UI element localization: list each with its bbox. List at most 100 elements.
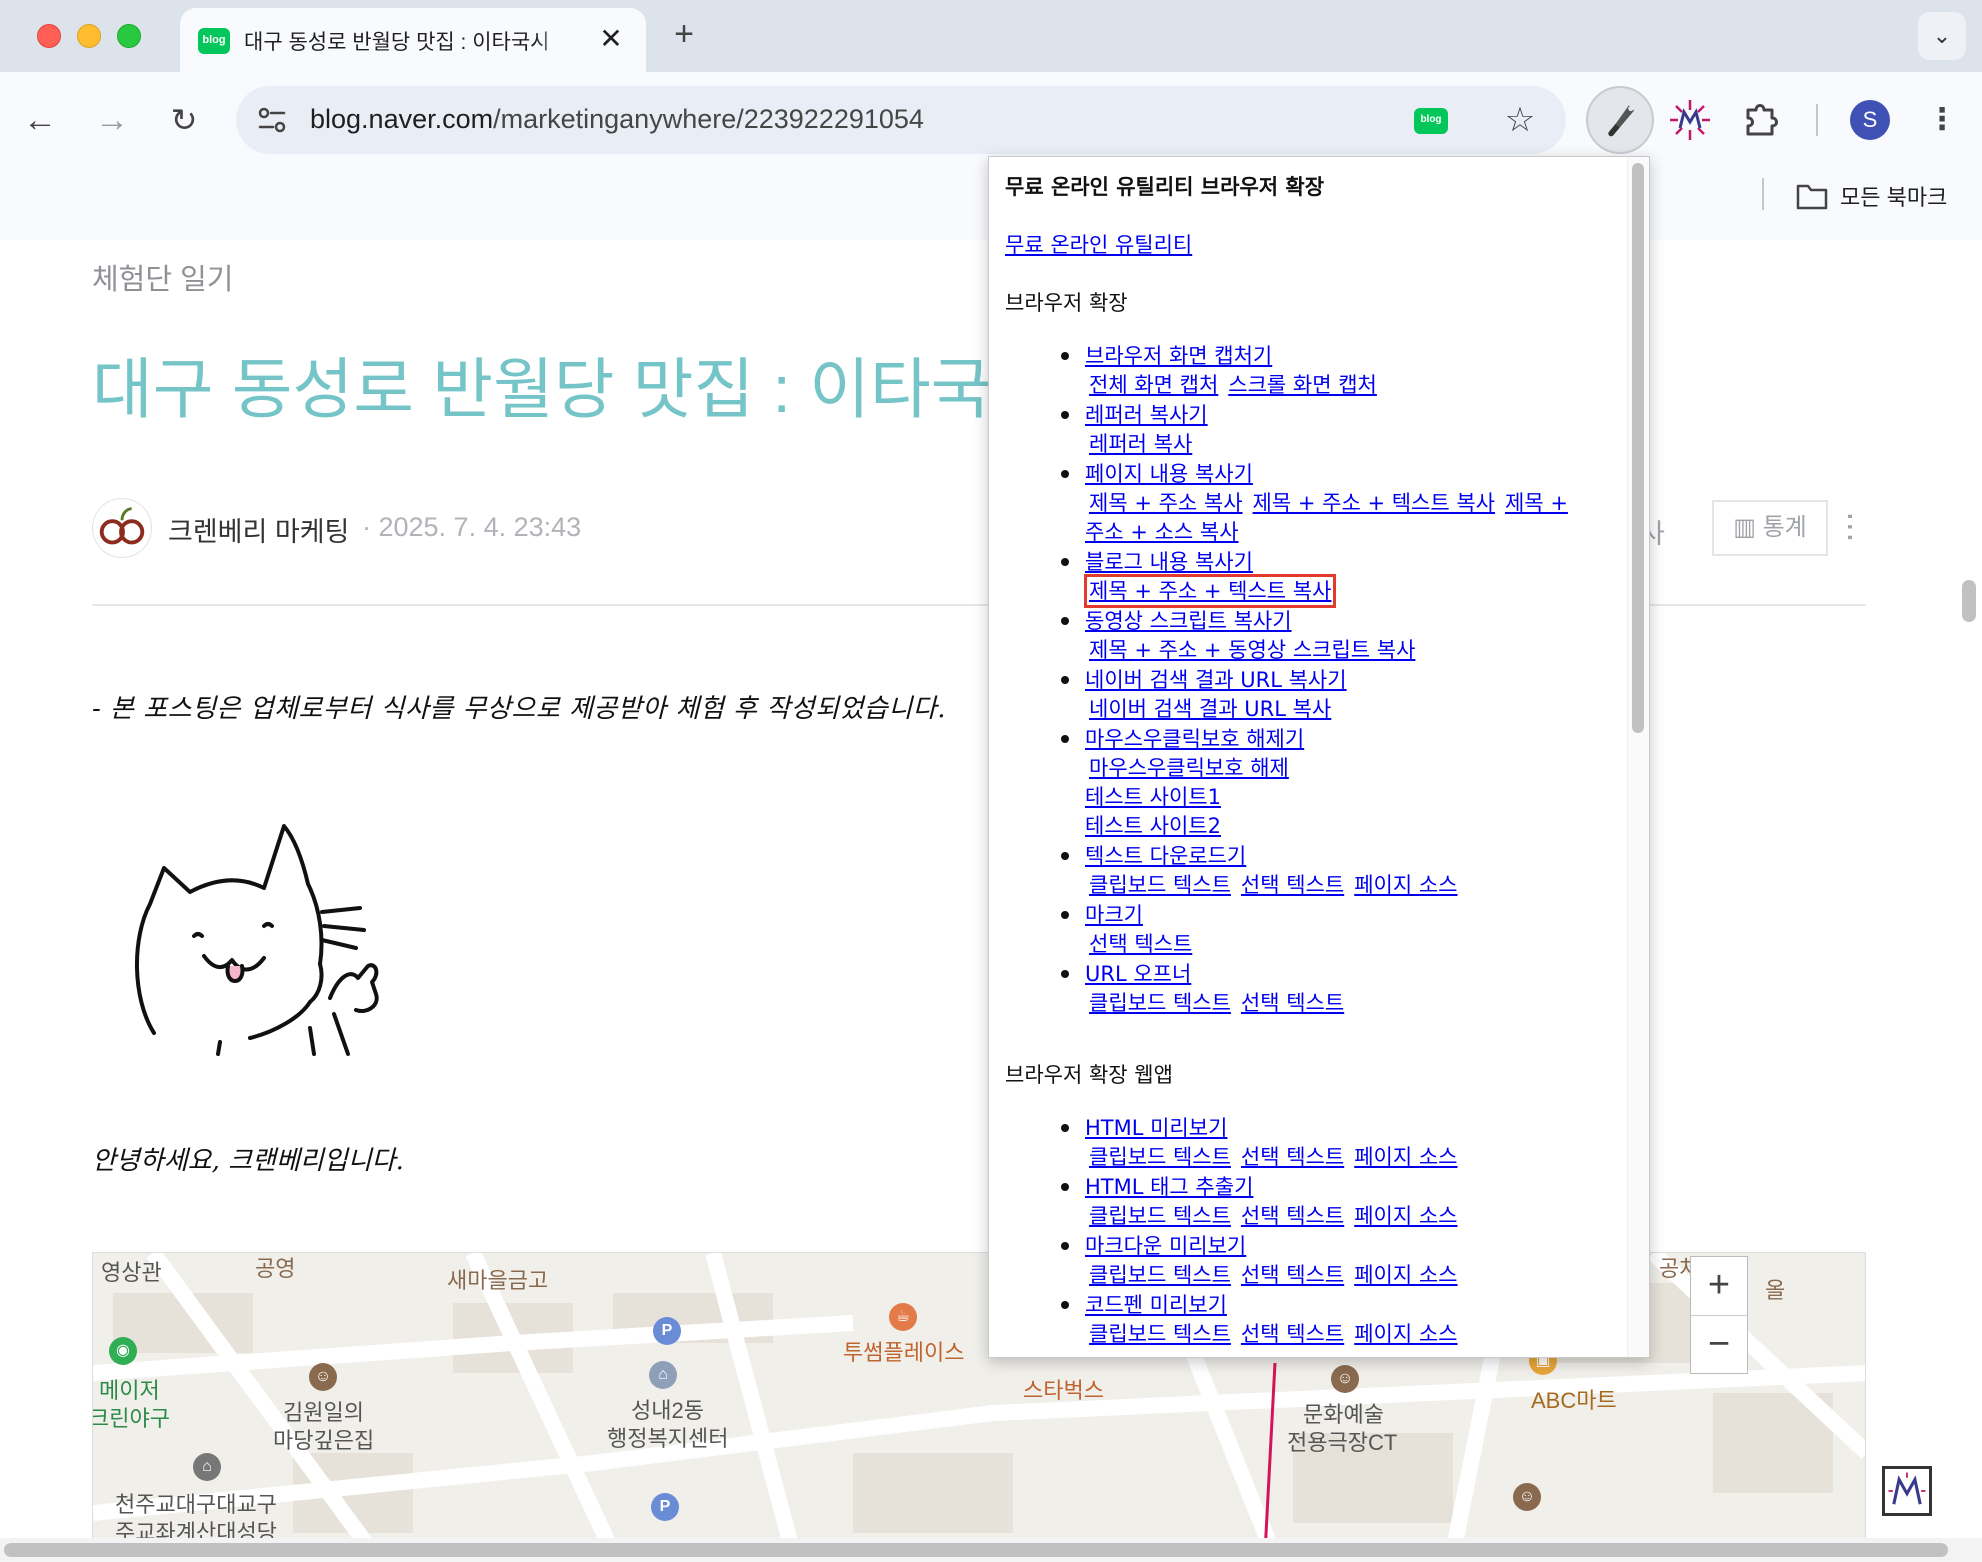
more-options-icon[interactable]: ⋯ — [1833, 502, 1876, 552]
window-minimize-button[interactable] — [77, 24, 101, 48]
bullet — [1061, 1242, 1069, 1250]
back-arrow-icon[interactable]: ← — [14, 94, 66, 146]
sub-link[interactable]: 제목 + 주소 + 동영상 스크립트 복사 — [1089, 638, 1415, 662]
map-pin-icon[interactable]: ⌂ — [649, 1361, 677, 1389]
floating-m-logo-icon[interactable] — [1882, 1466, 1932, 1516]
test-site-link[interactable]: 테스트 사이트2 — [1085, 814, 1221, 838]
church-pin-icon[interactable]: ⌂ — [193, 1453, 221, 1481]
parking-pin-icon[interactable]: P — [653, 1317, 681, 1345]
test-site-link[interactable]: 테스트 사이트1 — [1085, 785, 1221, 809]
tab-close-icon[interactable]: ✕ — [594, 22, 628, 56]
ext-link-marker[interactable]: 마크기 — [1085, 903, 1143, 927]
extensions-puzzle-icon[interactable] — [1736, 94, 1788, 146]
ext-link-naver-search-url-copy[interactable]: 네이버 검색 결과 URL 복사기 — [1085, 668, 1347, 692]
sub-link[interactable]: 클립보드 텍스트 — [1089, 1263, 1231, 1287]
sub-link[interactable]: 페이지 소스 — [1354, 1204, 1457, 1228]
address-bar[interactable]: blog.naver.com/marketinganywhere/2239222… — [236, 86, 1566, 154]
site-settings-tune-icon[interactable] — [254, 102, 290, 138]
blog-title-url-text-copy-link[interactable]: 제목 + 주소 + 텍스트 복사 — [1083, 574, 1337, 608]
sub-link[interactable]: 페이지 소스 — [1354, 873, 1457, 897]
free-utility-link[interactable]: 무료 온라인 유틸리티 — [1005, 229, 1192, 259]
wrench-icon — [1608, 105, 1635, 137]
page-vertical-scrollbar[interactable] — [1962, 580, 1976, 622]
forward-arrow-icon[interactable]: → — [86, 94, 138, 146]
sub-link[interactable]: 스크롤 화면 캡처 — [1228, 373, 1377, 397]
section-heading-webapps: 브라우저 확장 웹앱 — [1005, 1063, 1173, 1087]
sub-links: 주소 + 소스 복사 — [1009, 517, 1617, 547]
sub-links: 클립보드 텍스트 선택 텍스트 페이지 소스 — [1009, 1142, 1617, 1172]
ext-link-page-content-copy[interactable]: 페이지 내용 복사기 — [1085, 462, 1253, 486]
cafe-pin-icon[interactable]: ☕ — [889, 1303, 917, 1331]
ext-link-video-script-copy[interactable]: 동영상 스크립트 복사기 — [1085, 609, 1292, 633]
window-close-button[interactable] — [37, 24, 61, 48]
ext-link-blog-content-copy[interactable]: 블로그 내용 복사기 — [1085, 550, 1253, 574]
sub-link[interactable]: 클립보드 텍스트 — [1089, 991, 1231, 1015]
list-item: 브라우저 화면 캡처기 — [1009, 341, 1617, 371]
sub-link[interactable]: 선택 텍스트 — [1241, 991, 1344, 1015]
sub-link[interactable]: 선택 텍스트 — [1241, 1145, 1344, 1169]
tab-active[interactable]: blog 대구 동성로 반월당 맛집 : 이타국시 ✕ — [180, 8, 646, 72]
map-pin-icon[interactable]: ☺ — [309, 1363, 337, 1391]
sub-link[interactable]: 선택 텍스트 — [1241, 873, 1344, 897]
zoom-in-button[interactable]: + — [1691, 1257, 1747, 1315]
stats-chart-icon: ▥ — [1733, 514, 1763, 541]
map-label: ABC마트 — [1531, 1388, 1617, 1413]
tab-strip: blog 대구 동성로 반월당 맛집 : 이타국시 ✕ + ⌄ — [0, 0, 1982, 72]
sparkle-m-extension-icon[interactable] — [1664, 94, 1716, 146]
webapp-link-markdown-preview[interactable]: 마크다운 미리보기 — [1085, 1234, 1246, 1258]
sub-link[interactable]: 선택 텍스트 — [1089, 932, 1192, 956]
sub-link[interactable]: 선택 텍스트 — [1241, 1322, 1344, 1346]
author-avatar[interactable] — [92, 498, 152, 558]
ext-link-referrer-copy[interactable]: 레퍼러 복사기 — [1085, 403, 1208, 427]
window-zoom-button[interactable] — [117, 24, 141, 48]
sub-link[interactable]: 페이지 소스 — [1354, 1322, 1457, 1346]
map-zoom-controls: + − — [1690, 1256, 1748, 1374]
sub-link[interactable]: 클립보드 텍스트 — [1089, 873, 1231, 897]
all-bookmarks-button[interactable]: 모든 북마크 — [1796, 176, 1947, 216]
chrome-menu-kebab-icon[interactable]: ⋮ — [1924, 98, 1960, 142]
sub-link[interactable]: 마우스우클릭보호 해제 — [1089, 756, 1289, 780]
map-pin-icon[interactable]: ☺ — [1513, 1483, 1541, 1511]
parking-pin-icon[interactable]: P — [651, 1493, 679, 1521]
sub-link[interactable]: 네이버 검색 결과 URL 복사 — [1089, 697, 1331, 721]
ext-link-text-download[interactable]: 텍스트 다운로드기 — [1085, 844, 1246, 868]
sub-links: 네이버 검색 결과 URL 복사 — [1009, 694, 1617, 724]
ext-link-right-click-unlock[interactable]: 마우스우클릭보호 해제기 — [1085, 727, 1304, 751]
zoom-out-button[interactable]: − — [1691, 1316, 1747, 1374]
sub-link[interactable]: 전체 화면 캡처 — [1089, 373, 1218, 397]
page-horizontal-scrollbar[interactable] — [4, 1543, 1948, 1557]
webapp-link-codepen-preview[interactable]: 코드펜 미리보기 — [1085, 1293, 1227, 1317]
utility-extension-wrench-button[interactable] — [1586, 86, 1654, 154]
sub-link[interactable]: 클립보드 텍스트 — [1089, 1322, 1231, 1346]
sponsorship-notice: - 본 포스팅은 업체로부터 식사를 무상으로 제공받아 체험 후 작성되었습니… — [92, 694, 946, 724]
bookmark-star-icon[interactable]: ☆ — [1500, 100, 1540, 140]
sub-link[interactable]: 선택 텍스트 — [1241, 1263, 1344, 1287]
ext-link-screen-capture[interactable]: 브라우저 화면 캡처기 — [1085, 344, 1272, 368]
webapp-link-html-tag-extract[interactable]: HTML 태그 추출기 — [1085, 1175, 1253, 1199]
sub-link[interactable]: 주소 + 소스 복사 — [1085, 520, 1239, 544]
sub-link[interactable]: 제목 + 주소 복사 — [1089, 491, 1243, 515]
post-category[interactable]: 체험단 일기 — [92, 256, 233, 298]
profile-avatar[interactable]: S — [1850, 100, 1890, 140]
sub-link[interactable]: 클립보드 텍스트 — [1089, 1204, 1231, 1228]
popup-scrollbar[interactable] — [1632, 163, 1644, 733]
list-item: HTML 미리보기 — [1009, 1113, 1617, 1143]
naver-blog-badge-icon[interactable]: blog — [1414, 108, 1448, 134]
webapp-link-html-preview[interactable]: HTML 미리보기 — [1085, 1116, 1227, 1140]
map-pin-icon[interactable]: ◉ — [109, 1337, 137, 1365]
url-text[interactable]: blog.naver.com/marketinganywhere/2239222… — [310, 104, 924, 135]
new-tab-plus-icon[interactable]: + — [664, 14, 704, 54]
sub-link[interactable]: 선택 텍스트 — [1241, 1204, 1344, 1228]
sub-link[interactable]: 페이지 소스 — [1354, 1263, 1457, 1287]
map-pin-icon[interactable]: ☺ — [1331, 1365, 1359, 1393]
sub-link[interactable]: 레퍼러 복사 — [1089, 432, 1192, 456]
sub-link[interactable]: 페이지 소스 — [1354, 1145, 1457, 1169]
tab-search-chevron-icon[interactable]: ⌄ — [1918, 12, 1966, 60]
author-name[interactable]: 크렌베리 마케팅 — [168, 510, 349, 549]
sub-link[interactable]: 제목 + 주소 + 텍스트 복사 — [1253, 491, 1495, 515]
sub-link[interactable]: 제목 + — [1505, 491, 1568, 515]
reload-icon[interactable]: ↻ — [158, 94, 210, 146]
ext-link-url-opener[interactable]: URL 오프너 — [1085, 962, 1191, 986]
sub-link[interactable]: 클립보드 텍스트 — [1089, 1145, 1231, 1169]
stats-button[interactable]: ▥ 통계 — [1712, 500, 1828, 556]
